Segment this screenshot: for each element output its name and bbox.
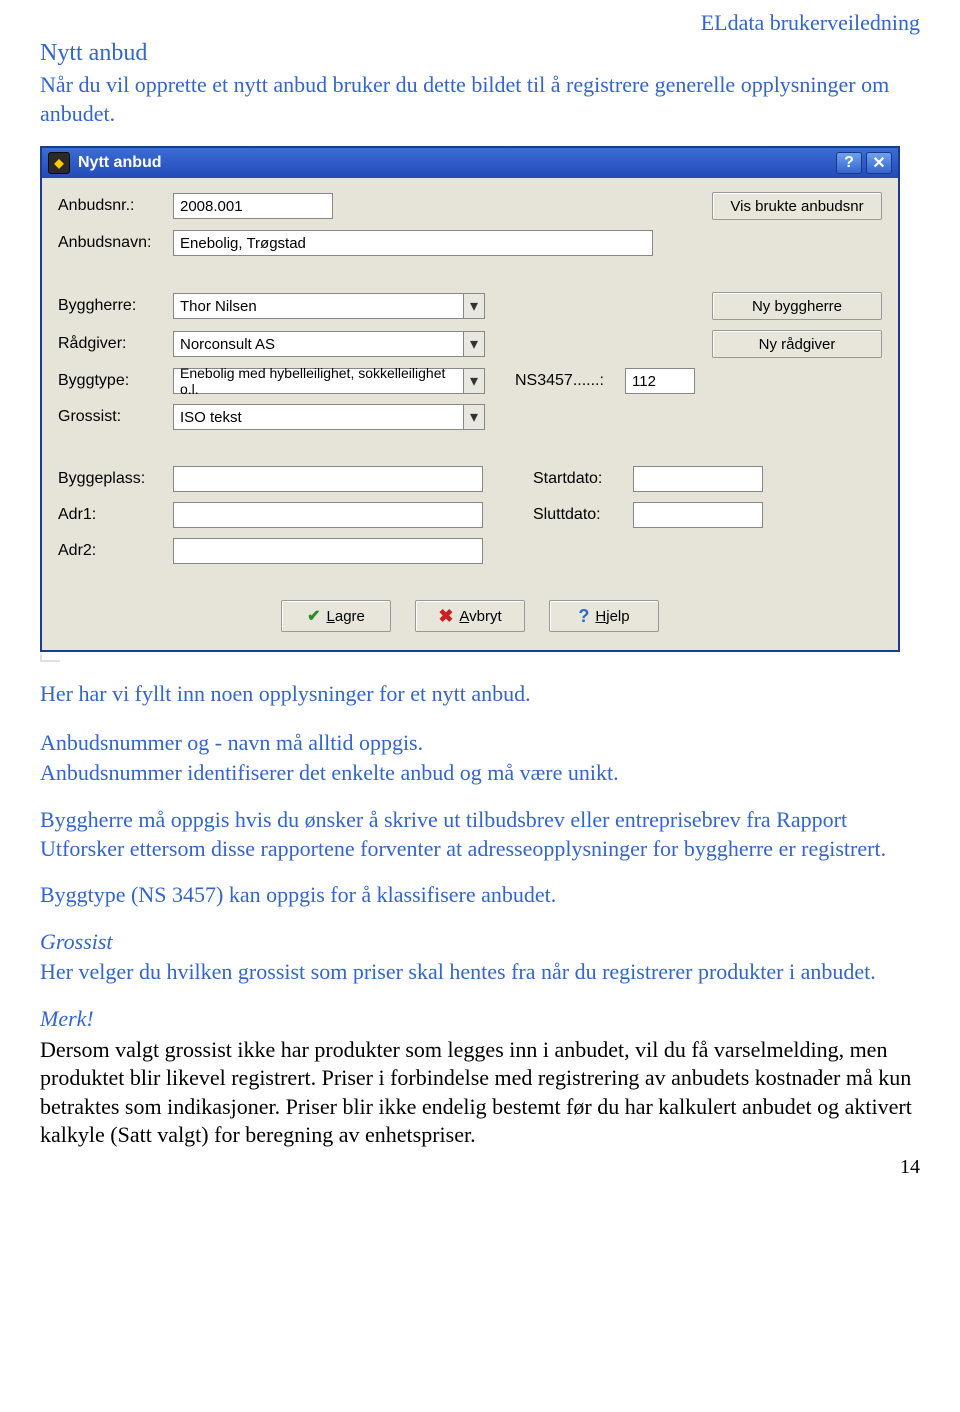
nytt-anbud-dialog: ◆ Nytt anbud ? ✕ Anbudsnr.: 2008.001 Vis… [40, 146, 900, 652]
grossist-dropdown[interactable]: ▾ [463, 404, 485, 430]
paragraph-7: Dersom valgt grossist ikke har produkter… [40, 1036, 920, 1150]
avbryt-button[interactable]: ✖ Avbryt [415, 600, 525, 632]
help-titlebar-button[interactable]: ? [836, 152, 862, 174]
label-byggeplass: Byggeplass: [58, 470, 173, 488]
avbryt-label: Avbryt [459, 608, 501, 625]
startdato-field[interactable] [633, 466, 763, 492]
page-number: 14 [40, 1156, 920, 1179]
merk-heading: Merk! [40, 1005, 920, 1034]
byggtype-field[interactable]: Enebolig med hybelleilighet, sokkelleili… [173, 368, 463, 394]
radgiver-dropdown[interactable]: ▾ [463, 331, 485, 357]
adr1-field[interactable] [173, 502, 483, 528]
image-corner-artifact [40, 654, 60, 662]
ny-byggherre-button[interactable]: Ny byggherre [712, 292, 882, 320]
label-byggherre: Byggherre: [58, 297, 173, 315]
lagre-label: Lagre [327, 608, 365, 625]
grossist-field[interactable]: ISO tekst [173, 404, 463, 430]
lagre-button[interactable]: ✔ Lagre [281, 600, 391, 632]
hjelp-label: Hjelp [595, 608, 629, 625]
label-anbudsnavn: Anbudsnavn: [58, 234, 173, 252]
anbudsnr-field[interactable]: 2008.001 [173, 193, 333, 219]
label-grossist: Grossist: [58, 408, 173, 426]
adr2-field[interactable] [173, 538, 483, 564]
window-title: Nytt anbud [78, 154, 832, 172]
cancel-icon: ✖ [438, 606, 453, 627]
label-startdato: Startdato: [533, 470, 633, 488]
paragraph-2: Anbudsnummer og - navn må alltid oppgis. [40, 729, 920, 758]
help-icon: ? [578, 606, 589, 627]
label-sluttdato: Sluttdato: [533, 506, 633, 524]
close-button[interactable]: ✕ [866, 152, 892, 174]
check-icon: ✔ [307, 606, 320, 626]
anbudsnavn-field[interactable]: Enebolig, Trøgstad [173, 230, 653, 256]
label-anbudsnr: Anbudsnr.: [58, 197, 173, 215]
label-adr1: Adr1: [58, 506, 173, 524]
paragraph-3: Anbudsnummer identifiserer det enkelte a… [40, 759, 920, 788]
paragraph-5: Byggtype (NS 3457) kan oppgis for å klas… [40, 881, 920, 910]
label-byggtype: Byggtype: [58, 372, 173, 390]
vis-brukte-button[interactable]: Vis brukte anbudsnr [712, 192, 882, 220]
label-radgiver: Rådgiver: [58, 335, 173, 353]
grossist-heading: Grossist [40, 928, 920, 957]
sluttdato-field[interactable] [633, 502, 763, 528]
page-title: Nytt anbud [40, 40, 920, 67]
intro-paragraph: Når du vil opprette et nytt anbud bruker… [40, 71, 920, 128]
paragraph-6: Her velger du hvilken grossist som prise… [40, 958, 920, 987]
titlebar: ◆ Nytt anbud ? ✕ [42, 148, 898, 178]
byggeplass-field[interactable] [173, 466, 483, 492]
ny-radgiver-button[interactable]: Ny rådgiver [712, 330, 882, 358]
header-brand: ELdata brukerveiledning [40, 10, 920, 36]
radgiver-field[interactable]: Norconsult AS [173, 331, 463, 357]
label-adr2: Adr2: [58, 542, 173, 560]
byggherre-dropdown[interactable]: ▾ [463, 293, 485, 319]
paragraph-4: Byggherre må oppgis hvis du ønsker å skr… [40, 806, 920, 863]
byggherre-field[interactable]: Thor Nilsen [173, 293, 463, 319]
byggtype-dropdown[interactable]: ▾ [463, 368, 485, 394]
label-ns3457: NS3457......: [515, 372, 625, 390]
app-icon: ◆ [48, 152, 70, 174]
hjelp-button[interactable]: ? Hjelp [549, 600, 659, 632]
ns3457-field[interactable]: 112 [625, 368, 695, 394]
paragraph-1: Her har vi fyllt inn noen opplysninger f… [40, 680, 920, 709]
